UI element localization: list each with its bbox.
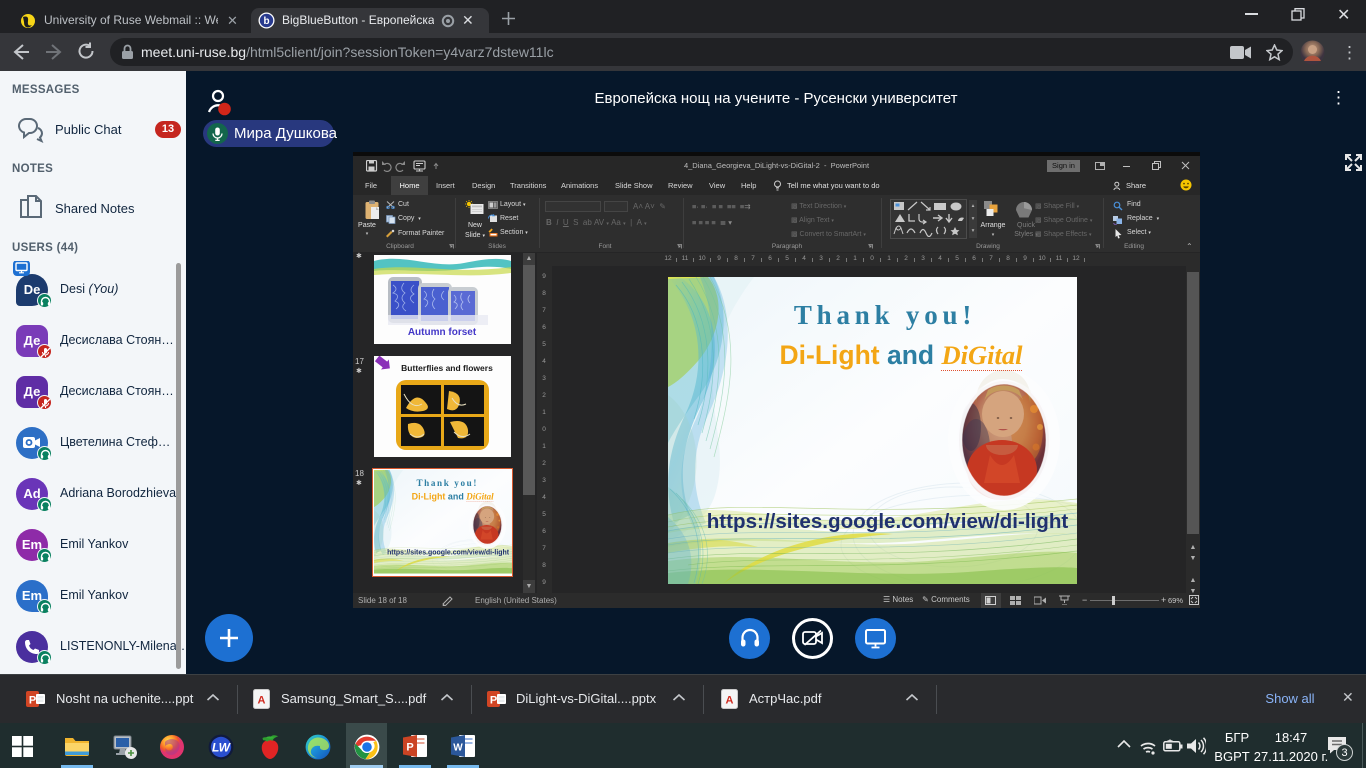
svg-text:b: b [263, 16, 269, 27]
svg-text:A: A [258, 695, 266, 707]
svg-text:P: P [490, 695, 497, 707]
svg-text:P: P [406, 742, 413, 754]
svg-text:P: P [29, 695, 36, 707]
svg-text:Butterflies and flowers: Butterflies and flowers [401, 363, 493, 373]
svg-text:A: A [726, 695, 734, 707]
svg-text:W: W [453, 743, 463, 754]
svg-text:Autumn forset: Autumn forset [408, 327, 477, 338]
svg-text:LW: LW [212, 741, 232, 755]
